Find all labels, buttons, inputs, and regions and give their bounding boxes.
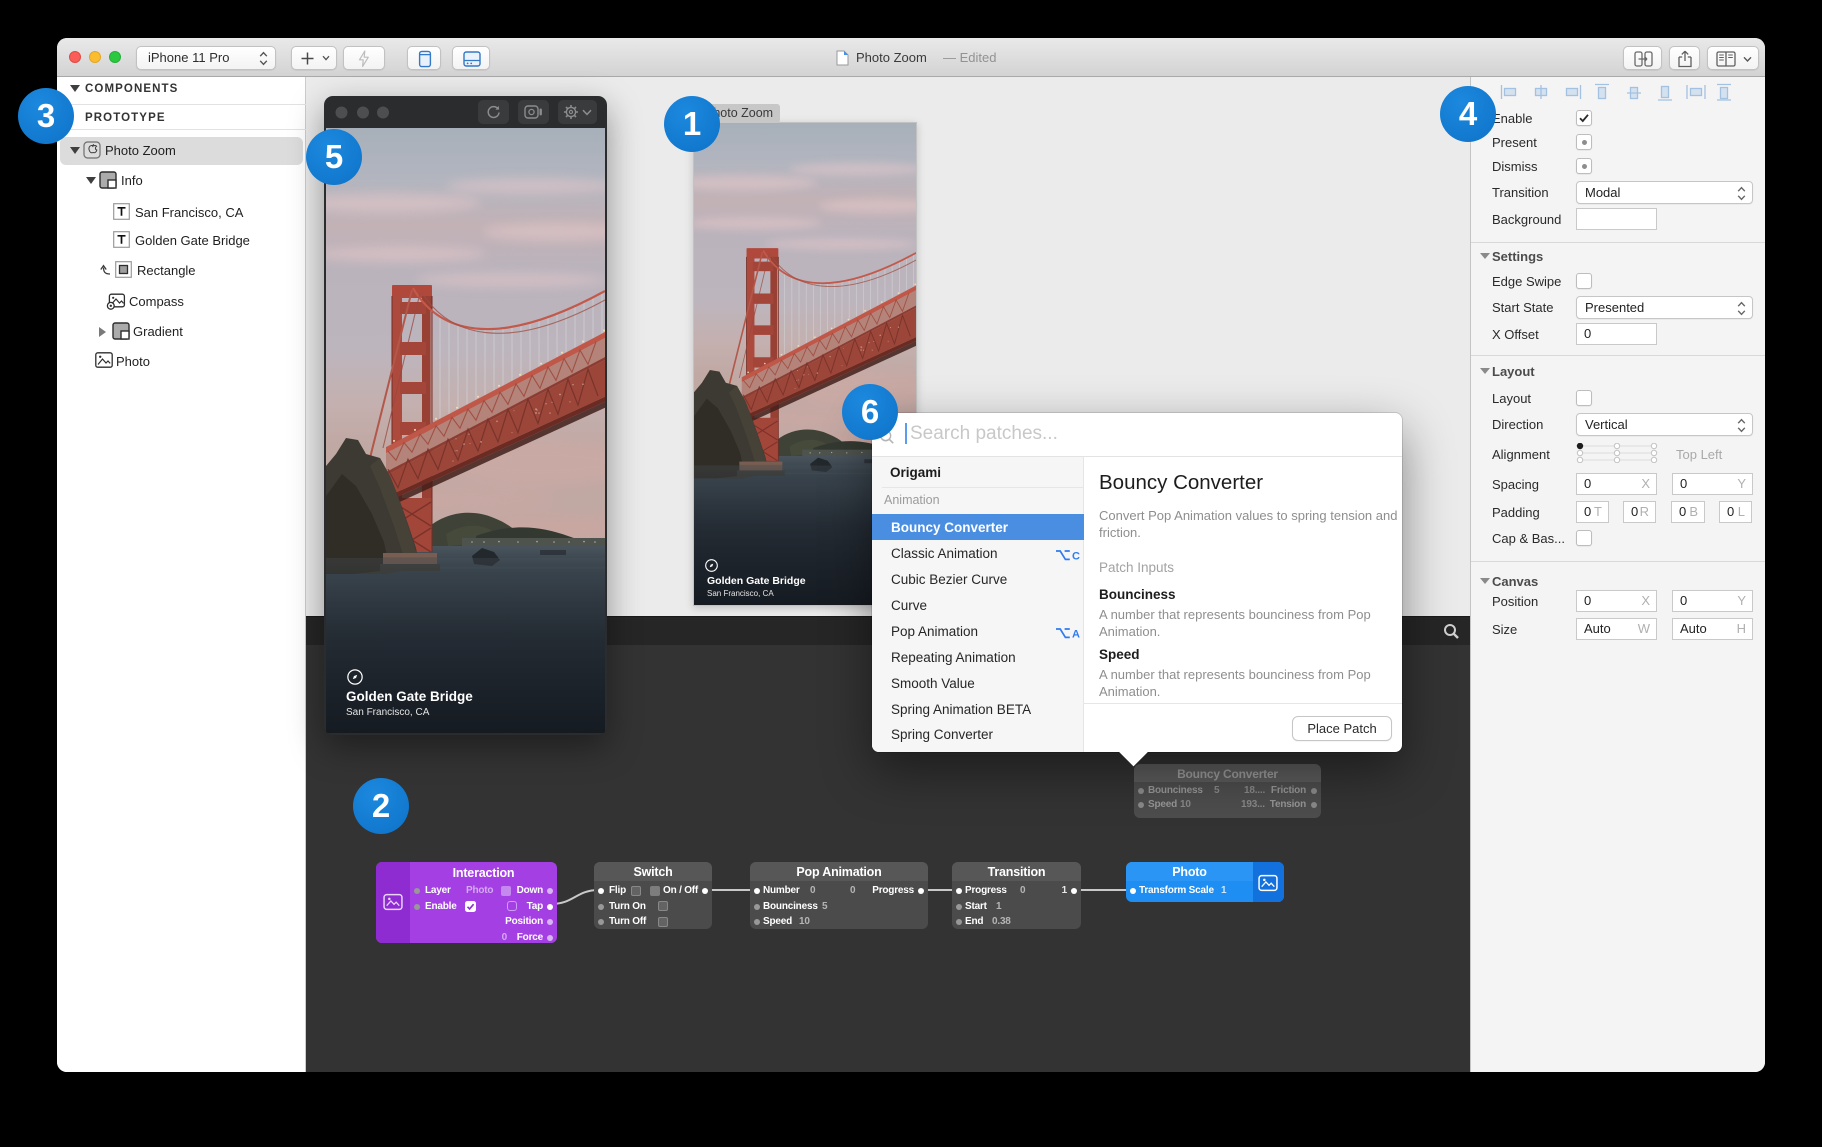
svg-text:A: A (1072, 628, 1080, 639)
svg-text:C: C (1072, 550, 1080, 561)
